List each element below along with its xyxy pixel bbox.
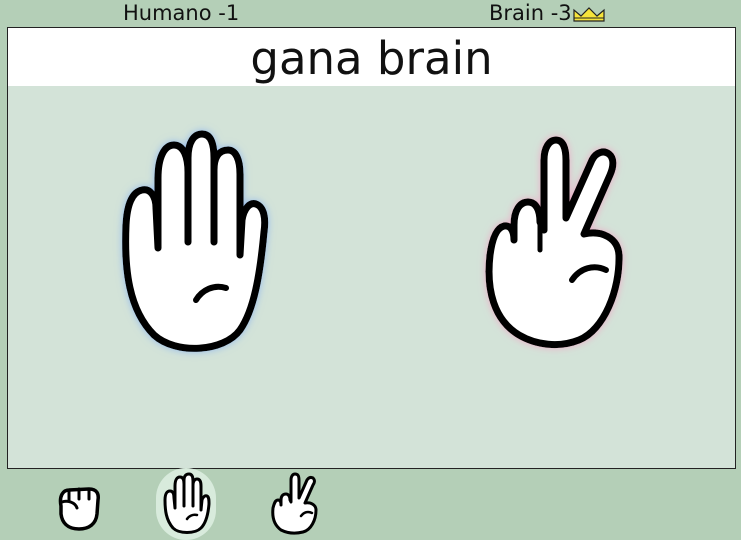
paper-choice-button[interactable] bbox=[155, 468, 217, 540]
brain-score-container: Brain -3 bbox=[489, 1, 605, 25]
choice-bar bbox=[0, 468, 741, 540]
scissors-hand-icon bbox=[271, 472, 318, 535]
human-paper-hand-icon bbox=[122, 130, 269, 352]
brain-scissors-hand-icon bbox=[485, 136, 623, 348]
scoreboard: Humano -1 Brain -3 bbox=[0, 0, 741, 27]
rock-hand-icon bbox=[58, 487, 100, 531]
crown-icon bbox=[573, 7, 605, 22]
result-banner: gana brain bbox=[8, 28, 735, 86]
human-score: Humano -1 bbox=[123, 1, 240, 25]
brain-score: Brain -3 bbox=[489, 1, 572, 25]
paper-hand-icon bbox=[163, 472, 211, 534]
game-board: gana brain bbox=[7, 27, 736, 469]
scissors-choice-button[interactable] bbox=[263, 468, 325, 540]
rock-choice-button[interactable] bbox=[47, 468, 109, 540]
